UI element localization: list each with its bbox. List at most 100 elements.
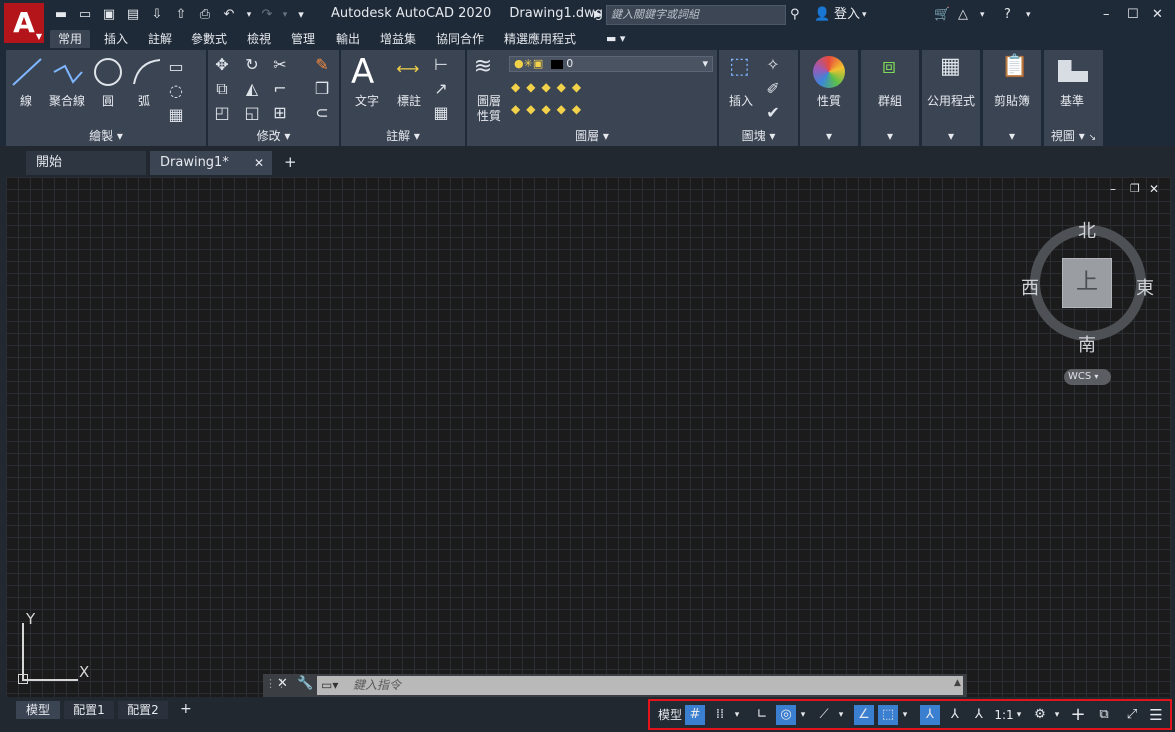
explode-icon[interactable]: ❒ (312, 80, 332, 98)
tab-insert[interactable]: 插入 (104, 30, 128, 48)
insert-button-label[interactable]: 插入 (729, 92, 753, 109)
object-snap-icon[interactable]: ⬚ (878, 705, 898, 725)
region-icon[interactable]: ▦ (166, 106, 186, 124)
annotation-scale-value[interactable]: 1:1 (992, 705, 1016, 725)
tab-start[interactable]: 開始 (26, 151, 146, 175)
auto-scale-icon[interactable]: ⅄ (945, 705, 965, 725)
compass-north[interactable]: 北 (1078, 217, 1096, 243)
isometric-dropdown-icon[interactable]: ▾ (836, 705, 846, 725)
panel-block-title[interactable]: 圖塊 ▾ (719, 128, 798, 144)
drawing-canvas[interactable]: – ❐ ✕ 上 北 南 東 西 WCS ▾ Y X (6, 177, 1171, 697)
panel-groups-expand-icon[interactable]: ▾ (861, 128, 919, 144)
a360-dropdown-icon[interactable]: ▾ (980, 5, 985, 25)
tab-model[interactable]: 模型 (16, 701, 60, 719)
workspace-dropdown-icon[interactable]: ▾ (1052, 705, 1062, 725)
dimension-icon[interactable]: ⟷ (391, 60, 425, 78)
compass-east[interactable]: 東 (1136, 274, 1154, 300)
layer-properties-label-2[interactable]: 性質 (477, 107, 501, 124)
recent-commands-icon[interactable]: ▭▾ (321, 676, 338, 695)
table-icon[interactable]: ▦ (431, 104, 451, 122)
isolate-objects-icon[interactable]: ⧉ (1094, 705, 1114, 725)
tab-manage[interactable]: 管理 (291, 30, 315, 48)
wcs-menu-button[interactable]: WCS ▾ (1064, 369, 1111, 385)
viewport-restore-icon[interactable]: ❐ (1130, 182, 1140, 195)
tab-addins[interactable]: 增益集 (380, 30, 416, 48)
redo-icon[interactable]: ↷ (258, 6, 276, 24)
tab-annotate[interactable]: 註解 (148, 30, 172, 48)
insert-block-icon[interactable]: ⬚ (729, 56, 750, 78)
snap-dropdown-icon[interactable]: ▾ (732, 705, 742, 725)
sign-in-link[interactable]: 登入 (834, 5, 860, 25)
polar-tracking-icon[interactable]: ◎ (776, 705, 796, 725)
circle-icon[interactable] (92, 56, 124, 88)
erase-icon[interactable]: ✎ (312, 56, 332, 74)
edit-block-icon[interactable]: ✐ (763, 80, 783, 98)
isometric-icon[interactable]: ⟋ (814, 705, 834, 725)
application-menu-button[interactable]: A ▼ (4, 3, 44, 43)
tab-home[interactable]: 常用 (50, 30, 91, 48)
text-button-label[interactable]: 文字 (355, 92, 379, 109)
command-input[interactable]: ▭▾ 鍵入指令 (317, 676, 963, 695)
tab-layout2[interactable]: 配置2 (118, 701, 168, 719)
polyline-button-label[interactable]: 聚合線 (49, 92, 85, 109)
save-as-icon[interactable]: ▤ (124, 6, 142, 24)
annotation-monitor-icon[interactable]: + (1068, 705, 1088, 725)
mirror-icon[interactable]: ◭ (242, 80, 262, 98)
viewport-minimize-icon[interactable]: – (1110, 182, 1116, 196)
edit-attributes-icon[interactable]: ✔ (763, 104, 783, 122)
help-icon[interactable]: ? (1004, 5, 1011, 25)
tab-collaborate[interactable]: 協同合作 (436, 30, 484, 48)
undo-dropdown-icon[interactable]: ▾ (240, 6, 258, 24)
offset-icon[interactable]: ⊂ (312, 104, 332, 122)
new-file-icon[interactable]: ▬ (52, 6, 70, 24)
undo-icon[interactable]: ↶ (220, 6, 238, 24)
stretch-icon[interactable]: ◰ (212, 104, 232, 122)
text-icon[interactable]: A (351, 52, 374, 92)
layer-dropdown[interactable]: ●✳▣ 0 ▾ (509, 56, 713, 72)
customization-menu-icon[interactable]: ☰ (1146, 705, 1166, 725)
help-dropdown-icon[interactable]: ▾ (1026, 5, 1031, 25)
compass-west[interactable]: 西 (1021, 274, 1039, 300)
tab-parametric[interactable]: 參數式 (191, 30, 227, 48)
object-snap-dropdown-icon[interactable]: ▾ (900, 705, 910, 725)
leader-icon[interactable]: ↗ (431, 80, 451, 98)
line-button-label[interactable]: 線 (20, 92, 32, 109)
annotation-visibility-icon[interactable]: ⅄ (920, 705, 940, 725)
panel-annotation-title[interactable]: 註解 ▾ (341, 128, 465, 144)
fullscreen-icon[interactable]: ⤢ (1122, 705, 1142, 725)
layer-properties-icon[interactable]: ≋ (473, 56, 493, 78)
hatch-icon[interactable]: ◌ (166, 82, 186, 100)
maximize-icon[interactable]: ☐ (1127, 5, 1139, 25)
grid-icon[interactable]: # (685, 705, 705, 725)
a360-icon[interactable]: △ (958, 5, 968, 25)
panel-layers-title[interactable]: 圖層 ▾ (467, 128, 717, 144)
annotation-scale-icon[interactable]: ⅄ (969, 705, 989, 725)
command-history-up-icon[interactable]: ▲ (954, 678, 961, 688)
new-layout-plus-icon[interactable]: + (180, 701, 192, 717)
panel-utilities-expand-icon[interactable]: ▾ (922, 128, 980, 144)
rectangle-icon[interactable]: ▭ (166, 58, 186, 76)
move-icon[interactable]: ✥ (212, 56, 232, 74)
panel-utilities[interactable]: ▦ 公用程式 ▾ (922, 50, 980, 146)
create-block-icon[interactable]: ✧ (763, 56, 783, 74)
fillet-icon[interactable]: ⌐ (270, 80, 290, 98)
ribbon-minimize-icon[interactable]: ▬ ▾ (606, 30, 625, 48)
arc-button-label[interactable]: 弧 (138, 92, 150, 109)
panel-clipboard[interactable]: 📋 剪貼簿 ▾ (983, 50, 1041, 146)
polar-dropdown-icon[interactable]: ▾ (798, 705, 808, 725)
line-icon[interactable] (10, 56, 44, 88)
help-search-input[interactable]: 鍵入關鍵字或詞組 (606, 5, 786, 25)
arc-icon[interactable] (130, 56, 164, 88)
tab-output[interactable]: 輸出 (336, 30, 360, 48)
open-folder-icon[interactable]: ▭ (76, 6, 94, 24)
tab-featured-apps[interactable]: 精選應用程式 (504, 30, 576, 48)
circle-button-label[interactable]: 圓 (102, 92, 114, 109)
layer-tools-row-2[interactable]: ◆◆◆◆◆ (511, 102, 587, 116)
panel-properties[interactable]: 性質 ▾ (800, 50, 858, 146)
scale-dropdown-icon[interactable]: ▾ (1014, 705, 1024, 725)
sign-in-dropdown-icon[interactable]: ▾ (862, 5, 867, 25)
rotate-icon[interactable]: ↻ (242, 56, 262, 74)
panel-draw-title[interactable]: 繪製 ▾ (6, 128, 206, 144)
close-icon[interactable]: ✕ (1152, 5, 1163, 25)
linear-dimension-icon[interactable]: ⊢ (431, 56, 451, 74)
